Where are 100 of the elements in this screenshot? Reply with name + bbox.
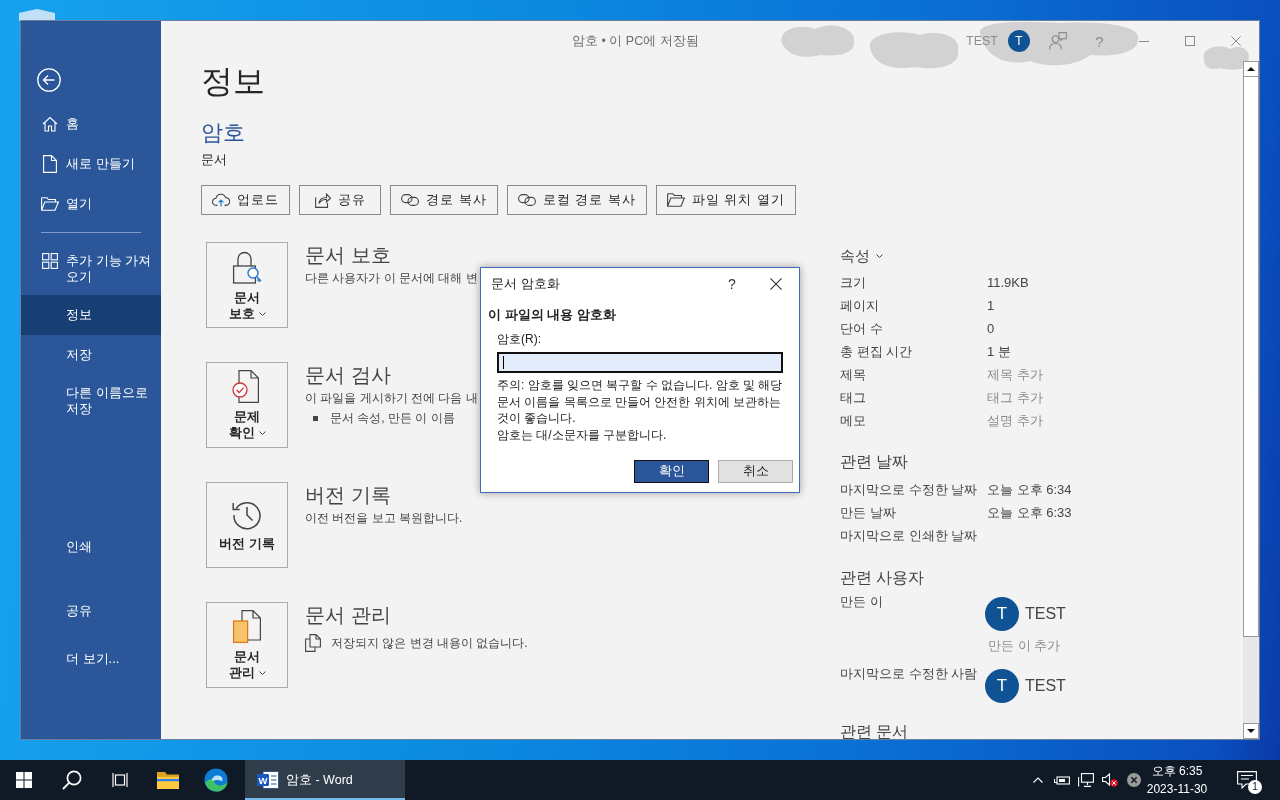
sidebar-item[interactable]: 열기: [21, 184, 161, 224]
maximize-icon: [1185, 36, 1195, 46]
open-file-location-button[interactable]: 파일 위치 열기: [655, 185, 797, 215]
chevron-down-icon: [258, 311, 266, 316]
document-stack-icon: [232, 609, 262, 644]
document-location: 문서: [201, 151, 228, 169]
section-title: 문서 관리: [305, 603, 392, 628]
sidebar-item[interactable]: 홈: [21, 104, 161, 144]
task-view-icon: [112, 772, 128, 788]
scroll-up-button[interactable]: [1243, 61, 1259, 77]
section-title: 문서 검사: [305, 363, 392, 388]
protect-document-button[interactable]: 문서 보호: [206, 242, 288, 328]
sidebar-item[interactable]: 다른 이름으로 저장: [21, 375, 161, 427]
scroll-thumb[interactable]: [1243, 77, 1259, 637]
password-field[interactable]: [497, 352, 783, 373]
property-label: 만든 이: [840, 593, 883, 611]
copy-path-button[interactable]: 경로 복사: [390, 185, 498, 215]
link-icon: [517, 194, 536, 206]
notification-badge: 1: [1248, 780, 1262, 794]
document-icon: [43, 155, 57, 173]
bullet-text: 문서 속성, 만든 이 이름: [330, 410, 455, 427]
property-label: 마지막으로 수정한 날짜: [840, 480, 978, 499]
search-icon: [62, 770, 82, 790]
section-description: 다른 사용자가 이 문서에 대해 변: [305, 270, 478, 287]
cancel-button[interactable]: 취소: [718, 460, 793, 483]
property-label: 메모: [840, 411, 866, 430]
section-title: 문서 보호: [305, 243, 392, 268]
sidebar-item[interactable]: 공유: [21, 587, 161, 635]
sidebar-item[interactable]: 정보: [21, 295, 161, 335]
help-button[interactable]: ?: [712, 268, 752, 299]
chevron-down-icon: [258, 430, 266, 435]
version-history-button[interactable]: 버전 기록: [206, 482, 288, 568]
properties-dropdown[interactable]: 속성: [840, 246, 883, 266]
close-icon: [1231, 36, 1241, 46]
chevron-up-icon: [1033, 777, 1043, 783]
user-name: TEST: [1025, 677, 1066, 695]
scroll-down-button[interactable]: [1243, 723, 1259, 739]
folder-icon: [41, 197, 59, 211]
link-icon: [401, 194, 419, 206]
status-text: 저장되지 않은 변경 내용이 없습니다.: [331, 635, 528, 652]
property-value: 0: [987, 321, 995, 336]
chevron-down-icon: [876, 254, 883, 258]
case-note-text: 암호는 대/소문자를 구분합니다.: [497, 426, 668, 443]
field-label: 암호(R):: [497, 331, 541, 348]
section-description: 이 파일을 게시하기 전에 다음 내: [305, 390, 478, 407]
dialog-heading: 이 파일의 내용 암호화: [488, 306, 616, 324]
property-field[interactable]: 태그 추가: [987, 390, 1053, 405]
property-field[interactable]: 설명 추가: [987, 413, 1053, 428]
share-button[interactable]: 공유: [299, 185, 381, 215]
documents-icon: [305, 634, 321, 652]
battery-icon: [1054, 774, 1070, 786]
section-heading: 관련 문서: [840, 722, 910, 739]
up-arrow-icon: [1247, 67, 1255, 71]
home-icon: [42, 116, 58, 132]
property-value: 오늘 오후 6:34: [987, 480, 1072, 499]
grid-icon: [42, 253, 58, 269]
section-description: 이전 버전을 보고 복원합니다.: [305, 510, 463, 527]
taskbar-app-button[interactable]: W 암호 - Word: [245, 760, 405, 800]
sidebar-item[interactable]: 저장: [21, 335, 161, 375]
section-heading: 관련 사용자: [840, 568, 926, 588]
section-title: 버전 기록: [305, 483, 392, 508]
account-avatar[interactable]: T: [1008, 30, 1030, 52]
sidebar-item[interactable]: 인쇄: [21, 523, 161, 571]
property-label: 총 편집 시간: [840, 342, 913, 361]
minimize-icon: [1139, 40, 1149, 42]
close-icon: [769, 277, 782, 290]
manage-document-button[interactable]: 문서 관리: [206, 602, 288, 688]
section-heading: 관련 날짜: [840, 452, 910, 472]
upload-button[interactable]: 업로드: [201, 185, 290, 215]
property-field[interactable]: 제목 추가: [987, 367, 1053, 382]
property-label: 크기: [840, 273, 866, 292]
folder-icon: [666, 193, 685, 207]
sidebar-item[interactable]: 추가 기능 가져 오기: [21, 243, 161, 295]
text-cursor-icon: [503, 356, 504, 369]
scrollbar[interactable]: [1243, 61, 1259, 739]
check-issues-button[interactable]: 문제 확인: [206, 362, 288, 448]
copy-local-path-button[interactable]: 로컬 경로 복사: [506, 185, 647, 215]
property-label: 단어 수: [840, 319, 883, 338]
down-arrow-icon: [1247, 729, 1255, 733]
clock-button[interactable]: 오후 6:35 2023-11-30: [1146, 760, 1208, 800]
document-name: 암호: [201, 119, 246, 147]
page-title: 정보: [201, 62, 266, 101]
window-panes-icon: [16, 772, 32, 788]
user-avatar: T: [985, 669, 1019, 703]
sidebar-item[interactable]: 새로 만들기: [21, 144, 161, 184]
window-title: 암호 • 이 PC에 저장됨: [571, 32, 699, 50]
property-label: 마지막으로 수정한 사람: [840, 665, 978, 683]
user-name: TEST: [1025, 605, 1066, 623]
notifications-button[interactable]: 1: [1226, 760, 1268, 800]
share-icon: [314, 192, 331, 208]
cloud-upload-icon: [212, 193, 230, 207]
property-value: 오늘 오후 6:33: [987, 503, 1072, 522]
folder-icon: [156, 770, 180, 790]
property-label: 태그: [840, 388, 866, 407]
document-check-icon: [232, 369, 262, 404]
bullet-icon: [313, 415, 318, 421]
property-label: 마지막으로 인쇄한 날짜: [840, 526, 978, 545]
sidebar-item[interactable]: 더 보기...: [21, 635, 161, 683]
property-value: 11.9KB: [987, 275, 1029, 290]
ok-button[interactable]: 확인: [634, 460, 709, 483]
